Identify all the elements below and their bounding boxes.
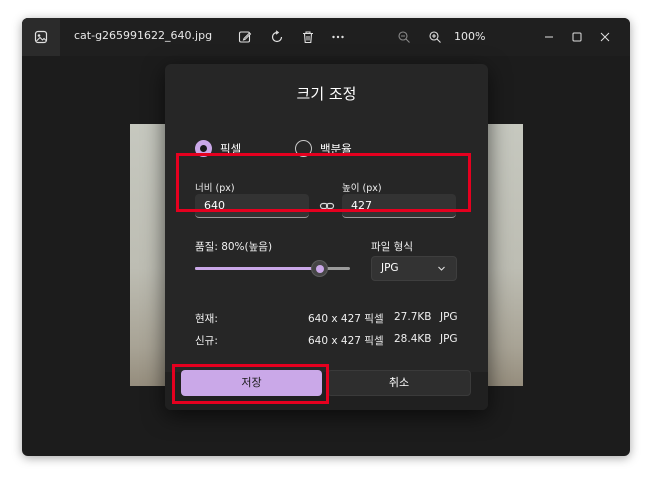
more-icon[interactable] [328,27,348,47]
format-select[interactable]: JPG [371,256,457,281]
new-type: JPG [440,333,458,345]
rotate-icon[interactable] [267,27,287,47]
delete-icon[interactable] [298,27,318,47]
quality-slider-fill [195,267,319,270]
zoom-level[interactable]: 100% [454,30,485,43]
zoom-out-icon[interactable] [394,27,414,47]
format-label: 파일 형식 [371,241,413,253]
resize-dialog: 크기 조정 픽셀 백분율 너비 (px) 640 높이 (px) 427 품질:… [165,64,488,410]
edit-icon[interactable] [235,27,255,47]
cancel-button[interactable]: 취소 [327,370,471,396]
current-dimensions: 640 x 427 픽셀 [308,313,384,325]
dialog-title: 크기 조정 [296,85,357,103]
current-label: 현재: [195,313,218,325]
new-size: 28.4KB [394,333,432,345]
title-bar: cat-g265991622_640.jpg 100% [22,18,630,56]
photo-app-icon [22,18,60,56]
format-select-value: JPG [381,262,399,274]
new-label: 신규: [195,335,218,347]
minimize-icon[interactable] [536,24,562,50]
maximize-icon[interactable] [564,24,590,50]
quality-label: 품질: 80%(높음) [195,241,273,253]
new-dimensions: 640 x 427 픽셀 [308,335,384,347]
zoom-in-icon[interactable] [425,27,445,47]
highlight-box-save [172,364,329,404]
highlight-box-dimensions [176,153,471,212]
quality-slider-thumb[interactable] [311,260,328,277]
file-name: cat-g265991622_640.jpg [74,29,213,42]
current-size: 27.7KB [394,311,432,323]
current-type: JPG [440,311,458,323]
close-icon[interactable] [592,24,618,50]
slider-thumb-dot [315,264,324,273]
chevron-down-icon [437,264,446,276]
